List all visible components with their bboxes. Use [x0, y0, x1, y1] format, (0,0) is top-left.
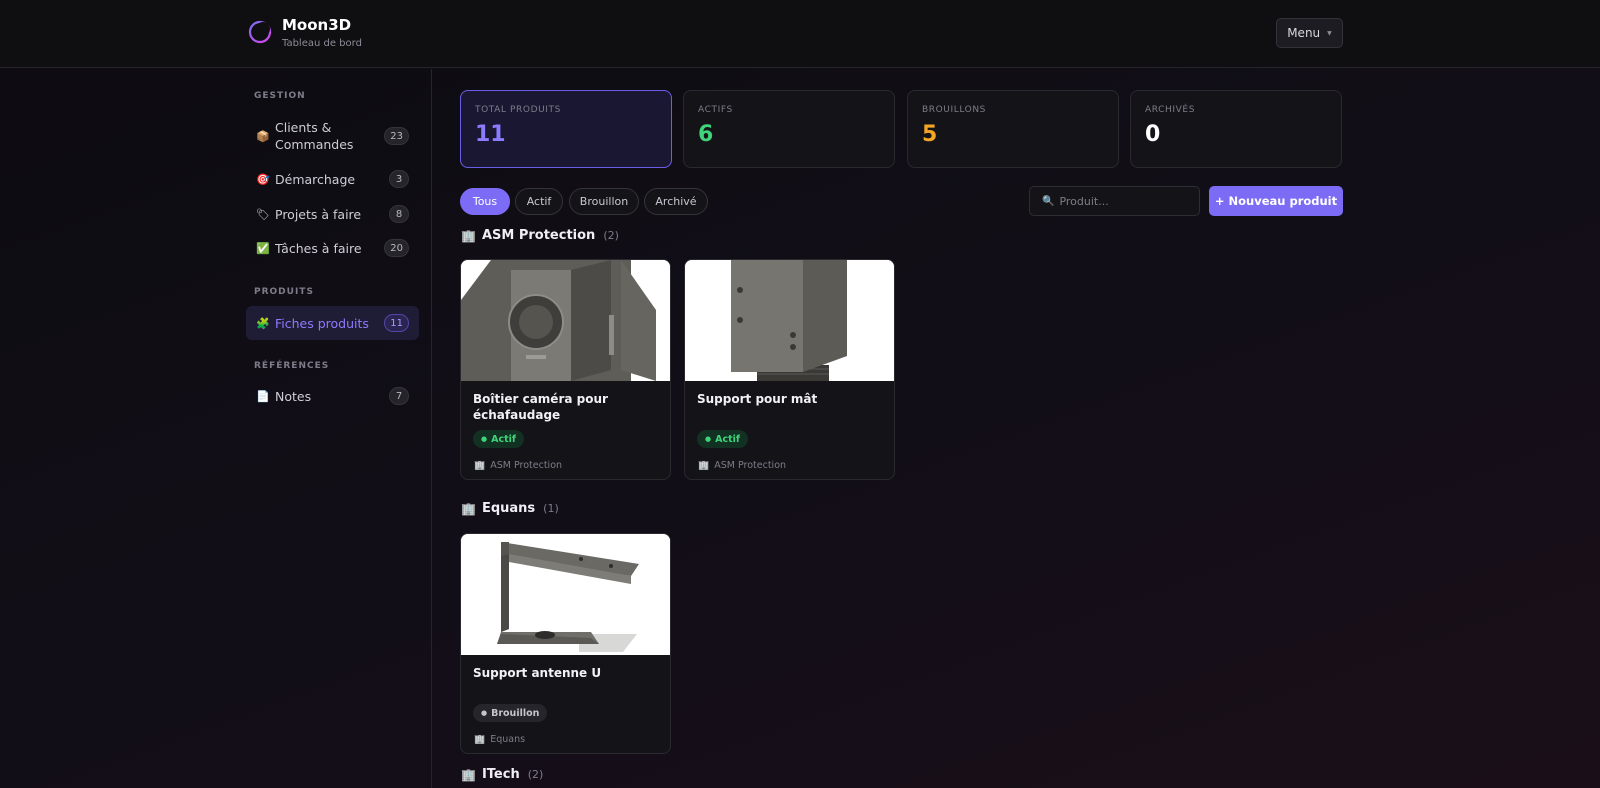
sidebar-item-label: Projets à faire — [275, 206, 362, 222]
puzzle-icon: 🧩 — [256, 316, 270, 330]
brand-name: Moon3D — [282, 16, 352, 34]
filter-tous[interactable]: Tous — [460, 188, 510, 215]
product-image — [461, 260, 670, 381]
stat-label: BROUILLONS — [922, 105, 986, 115]
menu-label: Menu — [1287, 26, 1321, 40]
target-icon: 🎯 — [256, 172, 270, 186]
sidebar-item-label: Clients & Commandes — [275, 120, 354, 152]
stat-brouillons[interactable]: BROUILLONS 5 — [907, 90, 1119, 168]
count-badge: 11 — [384, 314, 409, 332]
product-card[interactable]: Support pour mât ● Actif 🏢 ASM Protectio… — [684, 259, 895, 480]
chevron-down-icon: ▼ — [1327, 29, 1332, 37]
search-input[interactable]: 🔍 Produit... — [1029, 186, 1200, 216]
building-icon: 🏢 — [698, 460, 710, 471]
filter-brouillon[interactable]: Brouillon — [569, 188, 639, 215]
sidebar-item-fiches-produits[interactable]: 🧩 Fiches produits 11 — [246, 306, 419, 340]
group-name: Equans — [481, 501, 536, 516]
count-badge: 7 — [389, 387, 409, 405]
status-badge: ● Actif — [473, 430, 525, 448]
status-label: Brouillon — [491, 707, 540, 719]
client-name: Equans — [490, 734, 526, 745]
stat-value: 5 — [922, 122, 938, 147]
stat-actifs[interactable]: ACTIFS 6 — [683, 90, 895, 168]
count-badge: 8 — [389, 205, 409, 223]
sidebar-item-label: Tâches à faire — [275, 240, 362, 256]
product-title: Boîtier caméra pour échafaudage — [473, 392, 608, 422]
filter-archive[interactable]: Archivé — [644, 188, 708, 215]
group-title-itech: 🏢 ITech (2) — [461, 767, 543, 782]
group-title-asm: 🏢 ASM Protection (2) — [461, 228, 619, 243]
sidebar-item-demarchage[interactable]: 🎯 Démarchage 3 — [246, 168, 419, 190]
status-label: Actif — [715, 433, 741, 445]
building-icon: 🏢 — [474, 460, 486, 471]
status-badge: ● Brouillon — [473, 704, 548, 722]
stat-value: 0 — [1145, 122, 1161, 147]
sidebar-item-label: Fiches produits — [275, 315, 369, 331]
product-card[interactable]: Boîtier caméra pour échafaudage ● Actif … — [460, 259, 671, 480]
sidebar-item-clients[interactable]: 📦 Clients & Commandes 23 — [246, 117, 419, 155]
client-name: ASM Protection — [490, 460, 563, 471]
sidebar-item-notes[interactable]: 📄 Notes 7 — [246, 385, 419, 407]
count-badge: 23 — [384, 127, 409, 145]
package-icon: 📦 — [256, 129, 270, 143]
stat-archives[interactable]: ARCHIVÉS 0 — [1130, 90, 1342, 168]
product-client: 🏢 ASM Protection — [698, 460, 786, 471]
building-icon: 🏢 — [474, 734, 486, 745]
product-card[interactable]: Support antenne U ● Brouillon 🏢 Equans — [460, 533, 671, 754]
group-name: ASM Protection — [481, 228, 596, 243]
building-icon: 🏢 — [461, 501, 476, 516]
search-placeholder: Produit... — [1059, 194, 1109, 208]
brand-subtitle: Tableau de bord — [282, 38, 362, 49]
sidebar-item-label: Démarchage — [275, 171, 356, 187]
group-title-equans: 🏢 Equans (1) — [461, 501, 559, 516]
product-title: Support antenne U — [473, 666, 602, 680]
building-icon: 🏢 — [461, 228, 476, 243]
tag-icon: 🏷 — [256, 207, 270, 221]
client-name: ASM Protection — [714, 460, 787, 471]
new-product-button[interactable]: + Nouveau produit — [1209, 186, 1343, 216]
status-badge: ● Actif — [697, 430, 749, 448]
stat-label: TOTAL PRODUITS — [475, 105, 561, 115]
group-count: (2) — [527, 768, 544, 781]
product-image — [685, 260, 894, 381]
status-dot-icon: ● — [481, 435, 488, 443]
product-title: Support pour mât — [697, 392, 818, 406]
status-dot-icon: ● — [705, 435, 712, 443]
group-name: ITech — [481, 767, 520, 782]
stat-value: 11 — [475, 122, 506, 147]
sidebar-item-label: Notes — [275, 388, 312, 404]
search-icon: 🔍 — [1042, 195, 1055, 207]
sidebar-item-taches[interactable]: ✅ Tâches à faire 20 — [246, 237, 419, 259]
status-dot-icon: ● — [481, 709, 488, 717]
top-bar: Moon3D Tableau de bord Menu ▼ — [0, 0, 1600, 68]
count-badge: 20 — [384, 239, 409, 257]
moon-logo-icon — [248, 20, 272, 44]
filter-actif[interactable]: Actif — [515, 188, 563, 215]
section-label-gestion: GESTION — [254, 91, 306, 101]
group-count: (1) — [543, 502, 559, 515]
document-icon: 📄 — [256, 389, 270, 403]
group-count: (2) — [603, 229, 619, 242]
section-label-references: RÉFÉRENCES — [254, 361, 330, 371]
stat-total-produits[interactable]: TOTAL PRODUITS 11 — [460, 90, 672, 168]
section-label-produits: PRODUITS — [254, 287, 314, 297]
count-badge: 3 — [389, 170, 409, 188]
brand[interactable]: Moon3D Tableau de bord — [248, 16, 362, 49]
stat-value: 6 — [698, 122, 714, 147]
check-icon: ✅ — [256, 241, 270, 255]
stat-label: ACTIFS — [698, 105, 733, 115]
product-image — [461, 534, 670, 655]
product-client: 🏢 Equans — [474, 734, 525, 745]
sidebar-item-projets[interactable]: 🏷 Projets à faire 8 — [246, 203, 419, 225]
menu-button[interactable]: Menu ▼ — [1276, 18, 1343, 48]
status-label: Actif — [491, 433, 517, 445]
product-client: 🏢 ASM Protection — [474, 460, 562, 471]
stat-label: ARCHIVÉS — [1145, 105, 1196, 115]
building-icon: 🏢 — [461, 767, 476, 782]
